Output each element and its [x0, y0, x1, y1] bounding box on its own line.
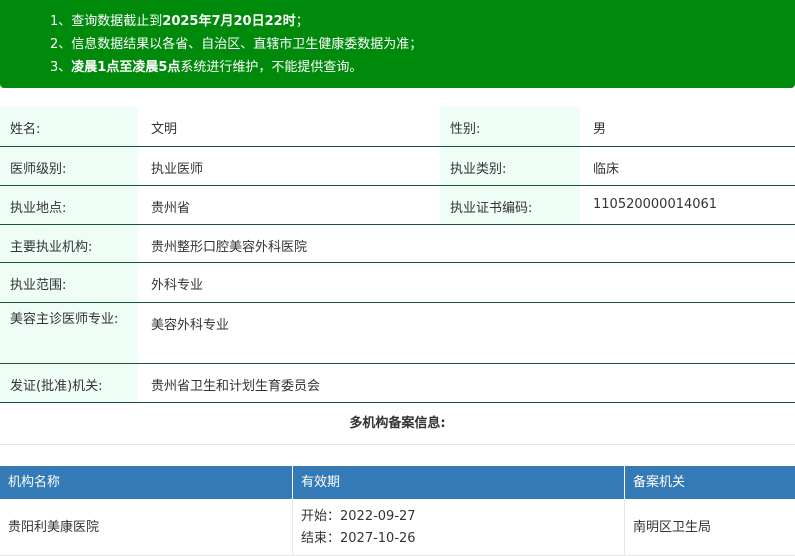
info-row-cosmetic: 美容主诊医师专业: 美容外科专业 — [0, 303, 795, 364]
multi-institution-title: 多机构备案信息: — [0, 403, 795, 445]
institution-label: 主要执业机构: — [0, 225, 138, 262]
row-validity: 开始：2022-09-27 结束：2027-10-26 — [293, 499, 625, 555]
notice-banner: 1、查询数据截止到2025年7月20日22时； 2、信息数据结果以各省、自治区、… — [0, 0, 795, 88]
cosmetic-value: 美容外科专业 — [151, 318, 230, 333]
notice-text: 3、 — [50, 60, 72, 75]
info-row-issuer: 发证(批准)机关: 贵州省卫生和计划生育委员会 — [0, 364, 795, 403]
info-row-location: 执业地点: 贵州省 执业证书编码: 110520000014061 — [0, 186, 795, 225]
category-label: 执业类别: — [440, 147, 580, 185]
table-row: 贵阳利美康医院 开始：2022-09-27 结束：2027-10-26 南明区卫… — [0, 499, 795, 556]
info-row-institution: 主要执业机构: 贵州整形口腔美容外科医院 — [0, 225, 795, 263]
multi-institution-table: 机构名称 有效期 备案机关 贵阳利美康医院 开始：2022-09-27 结束：2… — [0, 466, 795, 556]
category-value: 临床 — [593, 162, 620, 177]
name-value: 文明 — [151, 122, 178, 137]
cert-value: 110520000014061 — [593, 197, 718, 212]
location-label: 执业地点: — [0, 186, 138, 224]
notice-bold-time: 凌晨1点至凌晨5点 — [71, 60, 181, 75]
header-validity: 有效期 — [293, 466, 625, 499]
doctor-info-table: 姓名: 文明 性别: 男 医师级别: 执业医师 执业类别: 临床 执业地点: 贵… — [0, 107, 795, 403]
notice-line-2: 2、信息数据结果以各省、自治区、直辖市卫生健康委数据为准； — [50, 37, 423, 52]
row-validity-start: 开始：2022-09-27 — [301, 509, 416, 524]
info-row-scope: 执业范围: 外科专业 — [0, 263, 795, 303]
notice-line-3: 3、凌晨1点至凌晨5点系统进行维护，不能提供查询。 — [0, 56, 795, 79]
scope-value: 外科专业 — [151, 278, 204, 293]
info-row-level: 医师级别: 执业医师 执业类别: 临床 — [0, 147, 795, 186]
level-value: 执业医师 — [151, 162, 204, 177]
row-validity-end: 结束：2027-10-26 — [301, 531, 416, 546]
name-label: 姓名: — [0, 107, 138, 146]
notice-text: 系统进行维护，不能提供查询。 — [180, 60, 363, 75]
cosmetic-label: 美容主诊医师专业: — [0, 303, 138, 363]
row-institution-name: 贵阳利美康医院 — [0, 499, 293, 555]
header-institution-name: 机构名称 — [0, 466, 293, 499]
notice-line-1: 1、查询数据截止到2025年7月20日22时； — [0, 10, 795, 33]
gender-label: 性别: — [440, 107, 580, 146]
notice-text: ； — [295, 14, 309, 29]
header-authority: 备案机关 — [633, 475, 686, 490]
level-label: 医师级别: — [0, 147, 138, 185]
cert-label: 执业证书编码: — [440, 186, 580, 224]
issuer-label: 发证(批准)机关: — [0, 364, 138, 402]
issuer-value: 贵州省卫生和计划生育委员会 — [151, 379, 321, 394]
institution-value: 贵州整形口腔美容外科医院 — [151, 240, 308, 255]
gender-value: 男 — [593, 122, 607, 137]
scope-label: 执业范围: — [0, 263, 138, 302]
notice-text: 1、查询数据截止到 — [50, 14, 163, 29]
table-header: 机构名称 有效期 备案机关 — [0, 466, 795, 499]
row-authority: 南明区卫生局 — [633, 520, 712, 535]
location-value: 贵州省 — [151, 201, 191, 216]
notice-bold-date: 2025年7月20日22时 — [162, 14, 296, 29]
info-row-name: 姓名: 文明 性别: 男 — [0, 107, 795, 147]
